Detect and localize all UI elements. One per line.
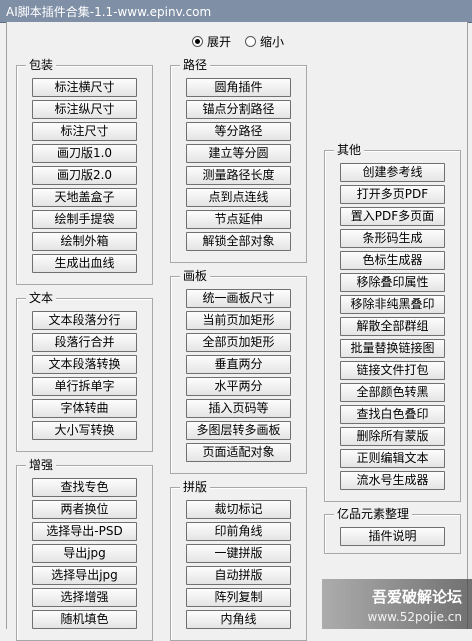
script-button[interactable]: 裁切标记 <box>186 500 291 519</box>
script-button[interactable]: 测量路径长度 <box>186 166 291 185</box>
script-button[interactable]: 解散全部群组 <box>340 317 445 336</box>
group-text: 文本 文本段落分行 段落行合并文本段落转换 单行拆单字字体转曲大小写转换 <box>16 291 153 452</box>
script-button[interactable]: 印前角线 <box>186 522 291 541</box>
expand-radio-label[interactable]: 展开 <box>207 33 231 50</box>
script-button[interactable]: 生成出血线 <box>32 254 137 273</box>
group-packaging: 包装 标注横尺寸标注纵尺寸标注尺寸画刀版1.0 画刀版2.0 天地盖盒子绘制手提袋绘… <box>16 58 153 285</box>
script-button[interactable]: 解锁全部对象 <box>186 232 291 251</box>
script-button[interactable]: 置入PDF多页面 <box>340 207 445 226</box>
script-button[interactable]: 水平两分 <box>186 377 291 396</box>
script-button[interactable]: 正则编辑文本 <box>340 449 445 468</box>
script-button[interactable]: 文本段落转换 <box>32 355 137 374</box>
script-button[interactable]: 多图层转多画板 <box>186 421 291 440</box>
script-button[interactable]: 导出jpg <box>32 544 137 563</box>
script-button[interactable]: 选择导出jpg <box>32 566 137 585</box>
script-button[interactable]: 查找白色叠印 <box>340 405 445 424</box>
script-button[interactable]: 画刀版2.0 <box>32 166 137 185</box>
script-button[interactable]: 页面适配对象 <box>186 443 291 462</box>
script-button[interactable]: 流水号生成器 <box>340 471 445 490</box>
script-button[interactable]: 天地盖盒子 <box>32 188 137 207</box>
script-button[interactable]: 两者换位 <box>32 500 137 519</box>
script-button[interactable]: 条形码生成 <box>340 229 445 248</box>
script-button[interactable]: 统一画板尺寸 <box>186 289 291 308</box>
group-enhance: 增强 查找专色两者换位选择导出-PSD 导出jpg 选择导出jpg 选择增强随机填色 <box>16 458 153 641</box>
script-button[interactable]: 单行拆单字 <box>32 377 137 396</box>
group-artboard-title: 画板 <box>180 269 211 283</box>
script-button[interactable]: 自动拼版 <box>186 566 291 585</box>
script-button[interactable]: 大小写转换 <box>32 421 137 440</box>
script-button[interactable]: 绘制手提袋 <box>32 210 137 229</box>
group-other-title: 其他 <box>334 143 365 157</box>
script-button[interactable]: 全部页加矩形 <box>186 333 291 352</box>
script-button[interactable]: 全部颜色转黑 <box>340 383 445 402</box>
script-button[interactable]: 标注尺寸 <box>32 122 137 141</box>
group-path: 路径 圆角插件锚点分割路径 等分路径建立等分圆测量路径长度 点到点连线节点延伸解锁全… <box>170 58 307 263</box>
script-button[interactable]: 删除所有蒙版 <box>340 427 445 446</box>
script-button[interactable]: 阵列复制 <box>186 588 291 607</box>
title-bar: AI脚本插件合集-1.1-www.epinv.com <box>0 0 472 23</box>
group-path-title: 路径 <box>180 58 211 72</box>
group-other: 其他 创建参考线打开多页PDF 置入PDF多页面 条形码生成色标生成器移除叠印属性移… <box>324 143 461 502</box>
script-button[interactable]: 点到点连线 <box>186 188 291 207</box>
script-button[interactable]: 字体转曲 <box>32 399 137 418</box>
script-button[interactable]: 标注纵尺寸 <box>32 100 137 119</box>
group-packaging-title: 包装 <box>26 58 57 72</box>
watermark-title: 吾爱破解论坛 <box>371 588 462 606</box>
script-button[interactable]: 移除叠印属性 <box>340 273 445 292</box>
collapse-radio[interactable] <box>245 35 257 47</box>
script-button[interactable]: 内角线 <box>186 610 291 629</box>
script-button[interactable]: 移除非纯黑叠印 <box>340 295 445 314</box>
script-button[interactable]: 链接文件打包 <box>340 361 445 380</box>
script-button[interactable]: 创建参考线 <box>340 163 445 182</box>
script-button[interactable]: 插件说明 <box>340 527 445 546</box>
script-button[interactable]: 建立等分圆 <box>186 144 291 163</box>
group-imposition-title: 拼版 <box>180 480 211 494</box>
script-button[interactable]: 插入页码等 <box>186 399 291 418</box>
watermark: 吾爱破解论坛 www.52pojie.cn <box>322 579 472 629</box>
window-title: AI脚本插件合集-1.1-www.epinv.com <box>6 5 212 19</box>
group-element-organizer-title: 亿品元素整理 <box>334 507 413 521</box>
script-button[interactable]: 查找专色 <box>32 478 137 497</box>
script-button[interactable]: 打开多页PDF <box>340 185 445 204</box>
script-button[interactable]: 圆角插件 <box>186 78 291 97</box>
collapse-radio-label[interactable]: 缩小 <box>260 33 284 50</box>
view-mode-radio-group: 展开 缩小 <box>192 32 294 50</box>
group-enhance-title: 增强 <box>26 458 57 472</box>
script-button[interactable]: 一键拼版 <box>186 544 291 563</box>
group-artboard: 画板 统一画板尺寸 当前页加矩形 全部页加矩形 垂直两分水平两分插入页码等多图层转多画… <box>170 269 307 474</box>
group-imposition: 拼版 裁切标记印前角线一键拼版自动拼版阵列复制内角线 <box>170 480 307 641</box>
group-text-title: 文本 <box>26 291 57 305</box>
script-button[interactable]: 垂直两分 <box>186 355 291 374</box>
script-button[interactable]: 批量替换链接图 <box>340 339 445 358</box>
script-button[interactable]: 随机填色 <box>32 610 137 629</box>
script-button[interactable]: 标注横尺寸 <box>32 78 137 97</box>
script-button[interactable]: 节点延伸 <box>186 210 291 229</box>
script-button[interactable]: 绘制外箱 <box>32 232 137 251</box>
watermark-url: www.52pojie.cn <box>367 610 462 624</box>
script-button[interactable]: 当前页加矩形 <box>186 311 291 330</box>
script-button[interactable]: 文本段落分行 <box>32 311 137 330</box>
script-button[interactable]: 色标生成器 <box>340 251 445 270</box>
script-button[interactable]: 选择导出-PSD <box>32 522 137 541</box>
group-element-organizer: 亿品元素整理 插件说明 <box>324 507 461 554</box>
script-button[interactable]: 画刀版1.0 <box>32 144 137 163</box>
expand-radio[interactable] <box>192 35 203 47</box>
script-button[interactable]: 锚点分割路径 <box>186 100 291 119</box>
script-button[interactable]: 等分路径 <box>186 122 291 141</box>
script-button[interactable]: 选择增强 <box>32 588 137 607</box>
script-button[interactable]: 段落行合并 <box>32 333 137 352</box>
